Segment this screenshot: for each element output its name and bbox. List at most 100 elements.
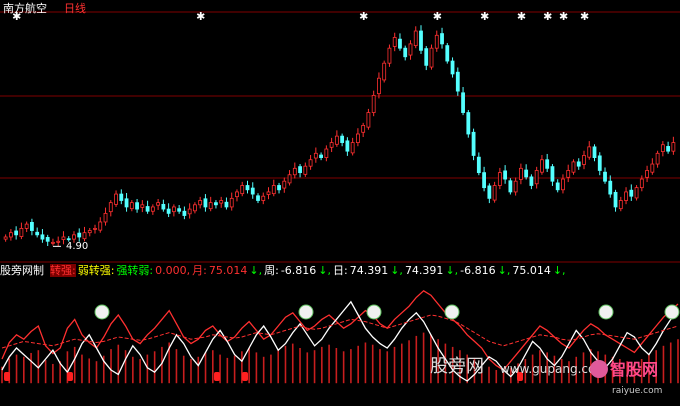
- candle-body: [398, 38, 402, 49]
- candle-body: [135, 202, 139, 210]
- candle-body: [403, 47, 408, 58]
- candle-body: [45, 237, 50, 242]
- candle-body: [366, 112, 371, 128]
- candle-body: [30, 221, 34, 231]
- candle-body: [624, 191, 628, 201]
- star-marker: ✱: [580, 10, 589, 23]
- candle-body: [187, 208, 192, 215]
- candle-body: [555, 182, 560, 191]
- star-marker: ✱: [359, 10, 368, 23]
- candle-body: [671, 142, 676, 152]
- candle-body: [166, 208, 171, 214]
- indicator-title-item: ↓,: [497, 264, 511, 277]
- candle-body: [250, 187, 255, 195]
- candle-body: [629, 189, 634, 197]
- candle-body: [198, 200, 203, 206]
- candle-body: [93, 227, 97, 230]
- candle-body: [324, 148, 329, 159]
- low-price-label: 4.90: [66, 241, 88, 252]
- face-marker-icon: [298, 304, 314, 320]
- candle-body: [72, 234, 76, 240]
- candle-body: [529, 176, 534, 186]
- candle-body: [408, 43, 413, 56]
- candle-body: [140, 204, 145, 208]
- candle-body: [219, 200, 224, 204]
- star-marker: ✱: [559, 10, 568, 23]
- candle-body: [592, 146, 597, 158]
- candle-body: [534, 170, 539, 185]
- candle-body: [156, 202, 161, 206]
- candle-body: [334, 135, 339, 145]
- face-marker-icon: [94, 304, 110, 320]
- candle-body: [413, 30, 418, 47]
- candle-body: [634, 187, 639, 199]
- candle-body: [356, 133, 360, 143]
- candle-body: [361, 125, 366, 133]
- candle-body: [371, 94, 376, 113]
- red-badge-marker: [4, 372, 10, 381]
- candle-body: [492, 185, 497, 201]
- indicator-title-item: 转强:: [50, 264, 76, 277]
- candle-body: [382, 62, 387, 81]
- candle-body: [8, 232, 13, 238]
- candle-body: [561, 178, 565, 191]
- candle-body: [235, 191, 239, 198]
- candle-body: [650, 163, 655, 173]
- candle-body: [303, 165, 308, 175]
- candle-body: [35, 231, 40, 236]
- candle-body: [513, 180, 518, 193]
- indicator-title-bar: 股旁网制 转强: 弱转强: 强转弱: 0.000, 月: 75.014 ↓, 周: -6.816 ↓…: [0, 263, 568, 278]
- candle-body: [540, 159, 544, 173]
- candle-body: [545, 159, 550, 169]
- candle-body: [145, 206, 150, 212]
- candle-body: [508, 180, 513, 193]
- candle-body: [177, 208, 182, 212]
- indicator-title-item: 周:: [264, 264, 279, 277]
- candle-body: [582, 155, 586, 165]
- star-marker: ✱: [196, 10, 205, 23]
- red-badge-marker: [242, 372, 248, 381]
- candle-body: [461, 92, 465, 113]
- star-marker: ✱: [543, 10, 552, 23]
- candle-body: [377, 77, 381, 95]
- indicator-title-item: 74.391: [404, 264, 444, 277]
- candle-body: [214, 202, 218, 206]
- stock-chart: ✱ ✱ ✱ ✱ ✱ ✱ ✱ ✱ ✱ 南方航空 日线 4.90: [0, 0, 680, 406]
- candle-body: [182, 210, 187, 216]
- indicator-title-item: ↓,: [249, 264, 263, 277]
- candle-body: [329, 142, 334, 148]
- candle-body: [524, 169, 529, 178]
- candle-body: [98, 221, 103, 231]
- face-marker-icon: [444, 304, 460, 320]
- candle-body: [203, 198, 208, 208]
- candle-body: [340, 135, 345, 143]
- candle-body: [350, 142, 355, 154]
- candle-body: [597, 155, 602, 171]
- face-marker-icon: [664, 304, 680, 320]
- candle-body: [150, 206, 155, 212]
- indicator-title-item: ↓,: [390, 264, 403, 277]
- candle-body: [161, 203, 166, 210]
- candle-body: [193, 204, 197, 212]
- candle-body: [87, 230, 92, 234]
- candle-body: [129, 202, 134, 210]
- candle-body: [313, 152, 318, 159]
- candle-body: [103, 212, 108, 223]
- candle-body: [655, 152, 660, 165]
- candle-body: [245, 185, 250, 191]
- indicator-title-item: 75.014: [512, 264, 551, 277]
- candle-body: [518, 167, 523, 180]
- indicator-title-item: 强转弱:: [116, 264, 154, 277]
- candle-body: [455, 71, 460, 92]
- candle-body: [124, 198, 129, 208]
- candle-body: [19, 227, 24, 237]
- candle-body: [319, 154, 323, 158]
- candle-body: [503, 170, 508, 180]
- candle-body: [566, 170, 571, 178]
- red-badge-marker: [67, 372, 73, 381]
- candle-body: [497, 172, 502, 186]
- candle-body: [240, 185, 245, 195]
- candle-body: [466, 112, 471, 135]
- red-badge-marker: [214, 372, 220, 381]
- star-marker: ✱: [480, 10, 489, 23]
